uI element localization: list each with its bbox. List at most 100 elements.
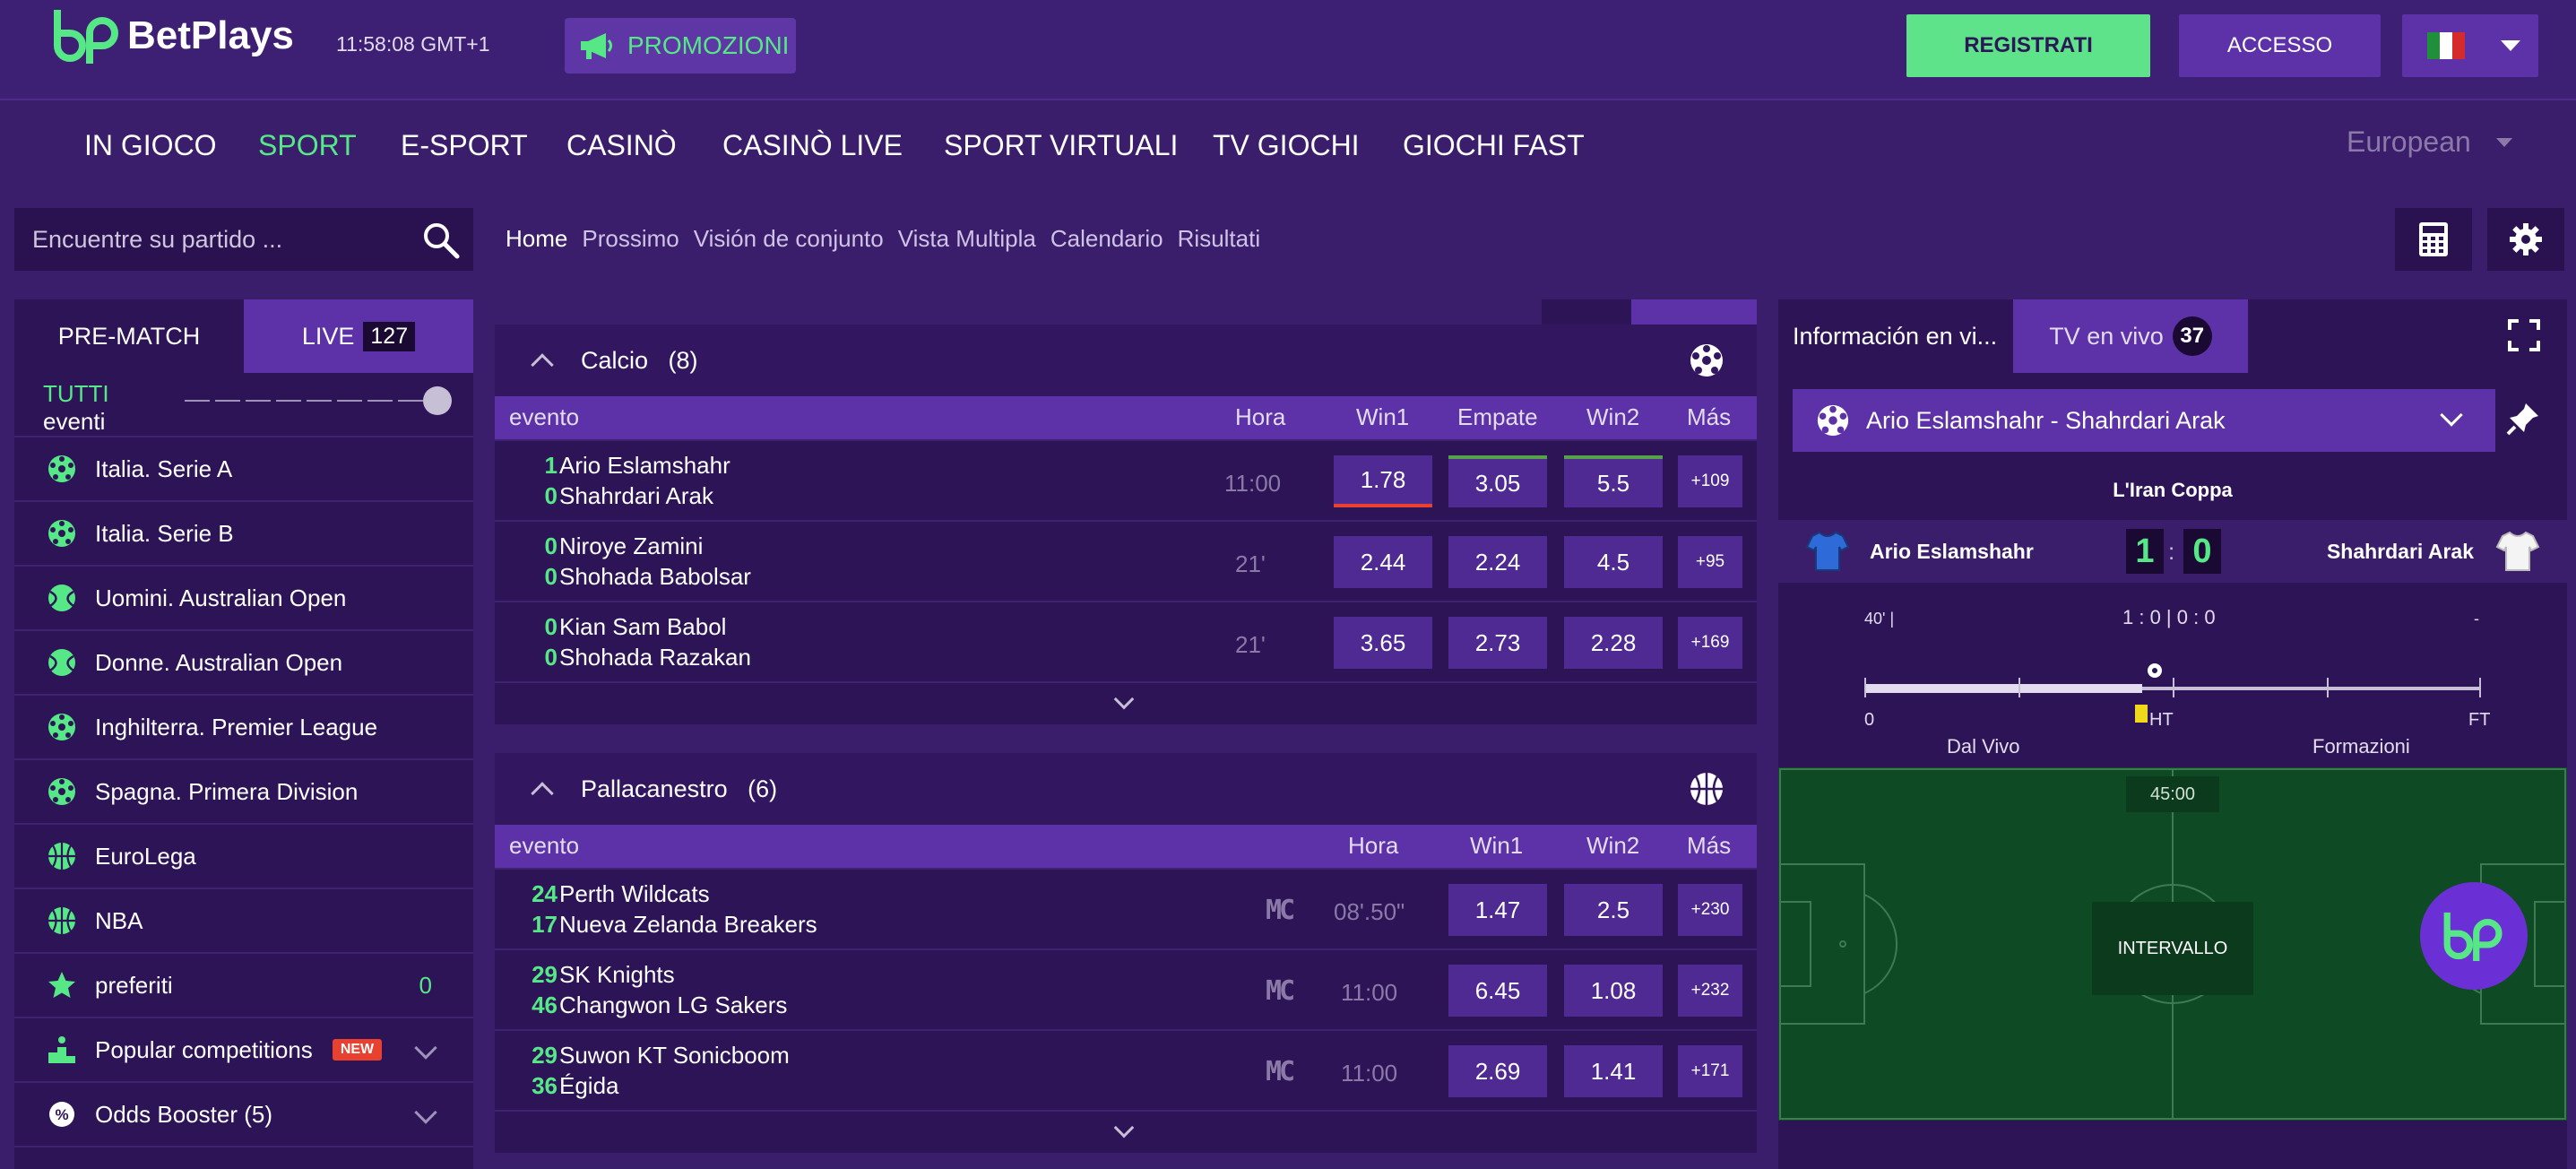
odd-win2[interactable]: 4.5 [1564, 536, 1663, 588]
tab-vista-multipla[interactable]: Vista Multipla [898, 225, 1036, 253]
tab-calendario[interactable]: Calendario [1050, 225, 1163, 253]
nav-in-gioco[interactable]: IN GIOCO [84, 129, 217, 162]
odd-draw[interactable]: 2.24 [1448, 536, 1547, 588]
odd-win1[interactable]: 6.45 [1448, 965, 1547, 1017]
odd-win2[interactable]: 2.5 [1564, 884, 1663, 936]
more-markets-button[interactable]: +169 [1678, 617, 1742, 669]
more-markets-button[interactable]: +171 [1678, 1045, 1742, 1097]
odd-win2[interactable]: 1.41 [1564, 1045, 1663, 1097]
col-win1: Win1 [1356, 403, 1410, 430]
nav-sport-virtuali[interactable]: SPORT VIRTUALI [944, 129, 1178, 162]
tab-live-tv-label: TV en vivo [2049, 322, 2164, 350]
search-box [14, 208, 473, 271]
event-row[interactable]: 0 0 Kian Sam Babol Shohada Razakan 21' 3.65 2.… [495, 601, 1757, 681]
more-markets-button[interactable]: +232 [1678, 965, 1742, 1017]
tab-prossimo[interactable]: Prossimo [582, 225, 679, 253]
tab-formazioni[interactable]: Formazioni [2312, 735, 2410, 758]
chat-fab-button[interactable] [2420, 882, 2528, 990]
mc-badge: MC [1266, 1056, 1295, 1087]
odd-win1[interactable]: 3.65 [1334, 617, 1432, 669]
more-markets-button[interactable]: +230 [1678, 884, 1742, 936]
sidebar-item-favorites[interactable]: preferiti 0 [14, 952, 473, 1017]
section-calcio-header[interactable]: Calcio (8) [495, 325, 1757, 396]
tab-vision-conjunto[interactable]: Visión de conjunto [694, 225, 884, 253]
event-time: 21' [1235, 550, 1266, 577]
search-icon[interactable] [421, 221, 461, 260]
nav-casino[interactable]: CASINÒ [566, 129, 677, 162]
calcio-column-headers: evento Hora Win1 Empate Win2 Más [495, 396, 1757, 439]
sidebar-item-league[interactable]: Spagna. Primera Division [14, 758, 473, 823]
tab-live-tv[interactable]: TV en vivo 37 [2013, 299, 2248, 373]
odd-win2[interactable]: 1.08 [1564, 965, 1663, 1017]
login-button[interactable]: ACCESSO [2179, 14, 2381, 77]
tv-count-badge: 37 [2172, 316, 2212, 356]
away-score: 0 [544, 563, 558, 590]
tab-home[interactable]: Home [506, 225, 567, 253]
event-row[interactable]: 0 0 Niroye Zamini Shohada Babolsar 21' 2.44 2.… [495, 520, 1757, 601]
tab-dal-vivo[interactable]: Dal Vivo [1947, 735, 2020, 758]
fullscreen-icon[interactable] [2508, 319, 2540, 351]
sidebar-item-label: Uomini. Australian Open [95, 584, 347, 611]
pin-icon[interactable] [2504, 400, 2542, 437]
center-strip-tab[interactable] [1542, 299, 1631, 325]
event-row[interactable]: 1 0 Ario Eslamshahr Shahrdari Arak 11:00 1.78… [495, 439, 1757, 520]
odd-win1[interactable]: 1.78 [1334, 455, 1432, 507]
sidebar-item-partial[interactable] [14, 1146, 473, 1169]
nav-sport[interactable]: SPORT [258, 129, 357, 162]
time-filter-slider[interactable] [185, 386, 452, 415]
odd-win1[interactable]: 1.47 [1448, 884, 1547, 936]
register-button[interactable]: REGISTRATI [1906, 14, 2150, 77]
odds-format-select[interactable]: European [2347, 126, 2512, 159]
time-filter-all[interactable]: TUTTI [43, 380, 473, 408]
sidebar-item-league[interactable]: EuroLega [14, 823, 473, 888]
sidebar-item-league[interactable]: Italia. Serie A [14, 436, 473, 500]
goal-ball-icon [2148, 663, 2162, 678]
sidebar-item-league[interactable]: Donne. Australian Open [14, 629, 473, 694]
odd-win1[interactable]: 2.44 [1334, 536, 1432, 588]
settings-button[interactable] [2487, 208, 2564, 271]
event-row[interactable]: 29 46 SK Knights Changwon LG Sakers MC 11:00 6… [495, 948, 1757, 1029]
odd-win2[interactable]: 2.28 [1564, 617, 1663, 669]
tab-risultati[interactable]: Risultati [1178, 225, 1260, 253]
sidebar-item-popular[interactable]: Popular competitions NEW [14, 1017, 473, 1081]
brand-logo[interactable]: BetPlays [50, 4, 294, 68]
sidebar-item-league[interactable]: NBA [14, 888, 473, 952]
pitch-clock: 45:00 [2126, 776, 2219, 812]
nav-giochi-fast[interactable]: GIOCHI FAST [1403, 129, 1585, 162]
match-selector[interactable]: Ario Eslamshahr - Shahrdari Arak [1793, 389, 2495, 452]
sidebar-item-league[interactable]: Italia. Serie B [14, 500, 473, 565]
calculator-button[interactable] [2395, 208, 2472, 271]
nav-casino-live[interactable]: CASINÒ LIVE [722, 129, 903, 162]
tab-live[interactable]: LIVE 127 [244, 299, 473, 373]
sidebar-item-league[interactable]: Uomini. Australian Open [14, 565, 473, 629]
breadcrumb-tabs: Home Prossimo Visión de conjunto Vista M… [506, 225, 1275, 253]
sidebar-item-booster[interactable]: % Odds Booster (5) [14, 1081, 473, 1146]
nav-e-sport[interactable]: E-SPORT [401, 129, 528, 162]
search-input[interactable] [32, 225, 409, 254]
section-basket-header[interactable]: Pallacanestro (6) [495, 753, 1757, 825]
odd-win2[interactable]: 5.5 [1564, 455, 1663, 507]
sidebar-item-league[interactable]: Inghilterra. Premier League [14, 694, 473, 758]
center-strip-tab-active[interactable] [1631, 299, 1757, 325]
chevron-up-icon[interactable] [531, 353, 554, 377]
tab-live-info[interactable]: Información en vi... [1778, 299, 2013, 373]
sidebar-item-label: Spagna. Primera Division [95, 777, 359, 805]
event-row[interactable]: 24 17 Perth Wildcats Nueva Zelanda Breakers… [495, 868, 1757, 948]
home-team: Ario Eslamshahr [559, 452, 730, 479]
tab-prematch[interactable]: PRE-MATCH [14, 299, 244, 373]
promotions-button[interactable]: PROMOZIONI [565, 18, 796, 74]
tennis-ball-icon [48, 584, 75, 611]
odd-win1[interactable]: 2.69 [1448, 1045, 1547, 1097]
nav-tv-giochi[interactable]: TV GIOCHI [1213, 129, 1360, 162]
language-selector[interactable] [2402, 14, 2538, 77]
away-team: Shohada Razakan [559, 644, 751, 671]
odd-draw[interactable]: 3.05 [1448, 455, 1547, 507]
event-row[interactable]: 29 36 Suwon KT Sonicboom Égida MC 11:00 2.69 1.… [495, 1029, 1757, 1110]
more-markets-button[interactable]: +95 [1678, 536, 1742, 588]
more-markets-button[interactable]: +109 [1678, 455, 1742, 507]
odd-draw[interactable]: 2.73 [1448, 617, 1547, 669]
chevron-up-icon[interactable] [531, 782, 554, 805]
chevron-down-icon[interactable] [1113, 688, 1135, 710]
slider-handle[interactable] [423, 386, 452, 415]
chevron-down-icon[interactable] [1113, 1117, 1135, 1139]
